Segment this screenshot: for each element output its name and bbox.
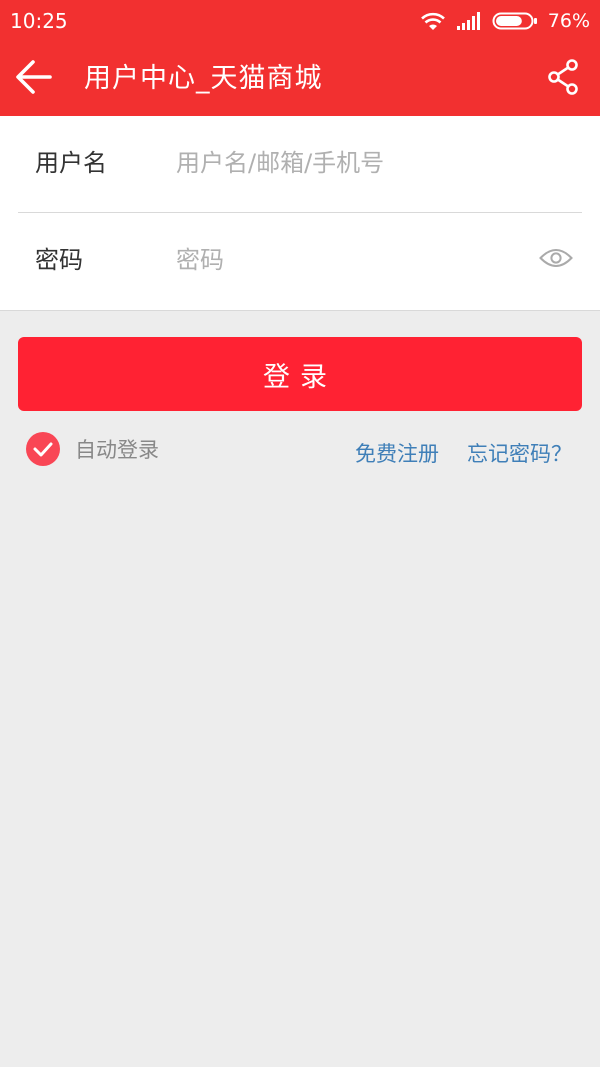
username-input[interactable] [176, 142, 516, 184]
share-button[interactable] [540, 56, 586, 102]
app-bar: 用户中心_天猫商城 [0, 42, 600, 116]
arrow-left-icon [14, 59, 54, 99]
wifi-icon [420, 11, 446, 31]
eye-icon [539, 247, 573, 273]
forgot-password-link[interactable]: 忘记密码？ [467, 439, 572, 469]
username-label: 用户名 [35, 149, 107, 177]
status-time: 10:25 [10, 9, 68, 33]
password-row: 密码 [0, 213, 600, 309]
password-label: 密码 [35, 246, 83, 274]
auto-login-label: 自动登录 [75, 438, 159, 462]
auto-login-checkbox[interactable]: 自动登录 [26, 432, 159, 466]
checkmark-icon [26, 432, 60, 466]
signal-icon [456, 11, 482, 31]
status-icons: 76% [420, 7, 590, 35]
page-title: 用户中心_天猫商城 [84, 63, 323, 94]
register-link[interactable]: 免费注册 [355, 439, 439, 469]
username-row: 用户名 [0, 116, 600, 212]
login-form: 用户名 密码 [0, 116, 600, 311]
login-button[interactable]: 登录 [18, 337, 582, 411]
status-bar: 10:25 76% [0, 0, 600, 42]
share-icon [546, 58, 580, 100]
battery-percent: 76% [547, 10, 590, 32]
battery-icon [492, 11, 538, 31]
back-button[interactable] [8, 54, 60, 104]
password-input[interactable] [176, 239, 516, 281]
password-visibility-toggle[interactable] [538, 245, 574, 275]
